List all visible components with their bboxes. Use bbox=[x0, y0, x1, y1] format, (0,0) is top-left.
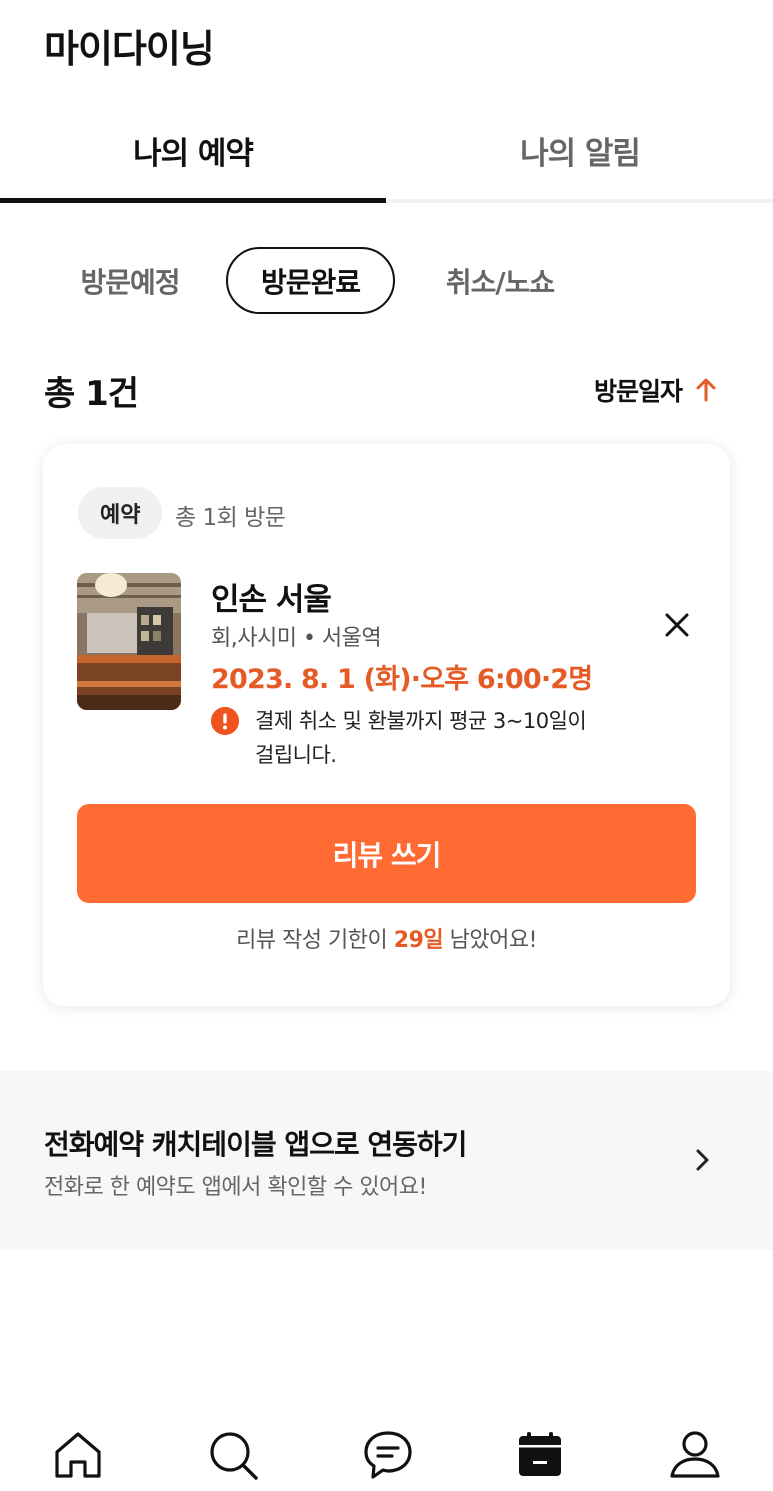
deadline-days: 29일 bbox=[393, 928, 444, 953]
restaurant-meta: 회,사시미 • 서울역 bbox=[211, 626, 382, 651]
refund-notice-line1: 결제 취소 및 환불까지 평균 3~10일이 bbox=[255, 709, 587, 733]
profile-icon[interactable] bbox=[665, 1425, 725, 1485]
chat-icon[interactable] bbox=[358, 1425, 418, 1485]
reservation-card: 예약 총 1회 방문 인손 서울 회,사시미 • 서울역 2023. 8. 1 … bbox=[43, 444, 730, 1006]
sort-button[interactable]: 방문일자 bbox=[594, 372, 716, 408]
filter-visited[interactable]: 방문완료 bbox=[226, 247, 395, 314]
chevron-right-icon bbox=[690, 1147, 714, 1177]
filter-upcoming[interactable]: 방문예정 bbox=[60, 247, 200, 314]
arrow-up-icon bbox=[696, 378, 716, 402]
bottom-navigation bbox=[0, 1403, 773, 1491]
info-icon bbox=[211, 707, 239, 735]
tab-my-notifications[interactable]: 나의 알림 bbox=[387, 100, 773, 200]
reservation-datetime: 2023. 8. 1 (화)·오후 6:00·2명 bbox=[211, 664, 593, 695]
refund-notice-line2: 걸립니다. bbox=[255, 743, 337, 767]
refund-notice: 결제 취소 및 환불까지 평균 3~10일이 걸립니다. bbox=[255, 704, 625, 772]
tab-my-reservations[interactable]: 나의 예약 bbox=[0, 100, 386, 200]
visit-count: 총 1회 방문 bbox=[175, 505, 286, 531]
review-deadline: 리뷰 작성 기한이 29일 남았어요! bbox=[43, 922, 730, 954]
total-count: 총 1건 bbox=[44, 374, 139, 414]
reservation-badge: 예약 bbox=[78, 487, 163, 539]
tab-bar: 나의 예약 나의 알림 bbox=[0, 100, 773, 204]
sort-label: 방문일자 bbox=[594, 377, 683, 406]
restaurant-thumbnail[interactable] bbox=[77, 573, 181, 710]
close-icon[interactable] bbox=[661, 609, 693, 641]
banner-title: 전화예약 캐치테이블 앱으로 연동하기 bbox=[44, 1128, 467, 1161]
link-app-banner[interactable]: 전화예약 캐치테이블 앱으로 연동하기 전화로 한 예약도 앱에서 확인할 수 … bbox=[0, 1071, 773, 1250]
page-title: 마이다이닝 bbox=[44, 27, 215, 71]
filter-cancelled[interactable]: 취소/노쇼 bbox=[425, 247, 575, 314]
deadline-prefix: 리뷰 작성 기한이 bbox=[236, 928, 394, 953]
search-icon[interactable] bbox=[203, 1425, 263, 1485]
home-icon[interactable] bbox=[48, 1425, 108, 1485]
calendar-icon[interactable] bbox=[510, 1425, 570, 1485]
deadline-suffix: 남았어요! bbox=[443, 928, 538, 953]
banner-subtitle: 전화로 한 예약도 앱에서 확인할 수 있어요! bbox=[44, 1175, 427, 1200]
restaurant-name[interactable]: 인손 서울 bbox=[211, 574, 332, 619]
write-review-button[interactable]: 리뷰 쓰기 bbox=[77, 804, 696, 903]
tab-active-indicator bbox=[0, 198, 386, 203]
